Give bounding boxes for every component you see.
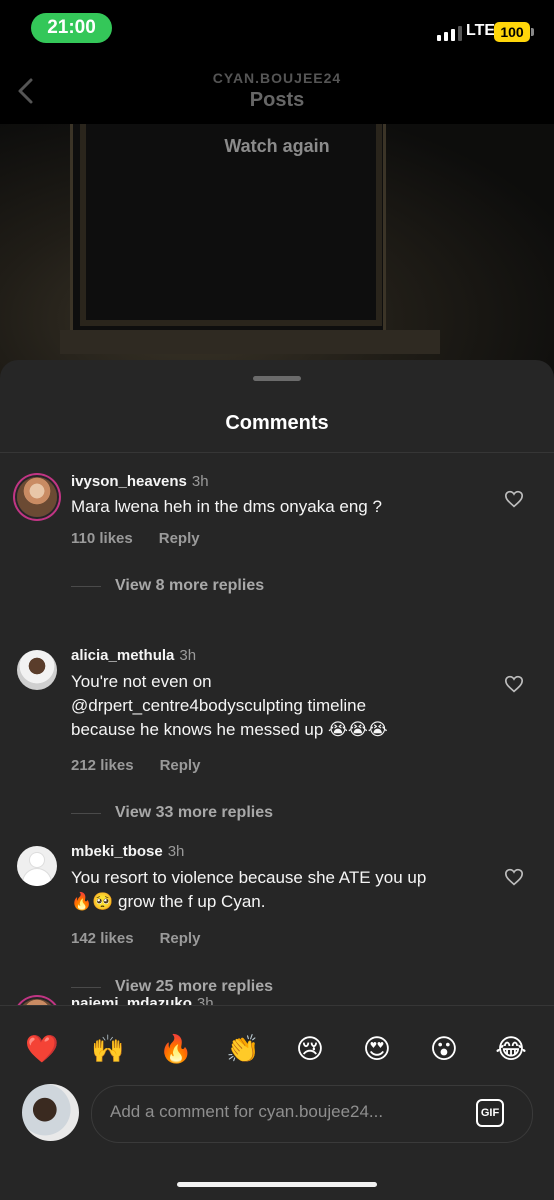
status-bar: 21:00 LTE 100 (0, 0, 554, 60)
comment-input-placeholder: Add a comment for cyan.boujee24... (110, 1102, 384, 1121)
comment-line: 🔥🥺 grow the f up Cyan. (71, 892, 266, 911)
network-label: LTE (466, 22, 496, 39)
likes-count[interactable]: 142 likes (71, 930, 134, 947)
comment-text: You're not even on @drpert_centre4bodysc… (71, 670, 481, 742)
comment-input[interactable]: Add a comment for cyan.boujee24... GIF (91, 1085, 533, 1143)
avatar[interactable] (17, 477, 57, 517)
battery-icon: 100 (494, 22, 530, 42)
replies-line (71, 986, 101, 988)
heart-icon[interactable] (504, 675, 524, 693)
emoji-heart-button[interactable]: ❤️ (22, 1032, 62, 1066)
posts-header: CYAN.BOUJEE24 Posts (0, 60, 554, 125)
status-time: 21:00 (31, 13, 112, 43)
view-more-replies-label: View 33 more replies (115, 804, 274, 821)
page-title: Posts (249, 89, 305, 111)
comments-list[interactable]: ivyson_heavens 3h Mara lwena heh in the d… (0, 453, 554, 1005)
video-ledge-decor (60, 330, 440, 354)
view-more-replies-button[interactable]: View 25 more replies (71, 978, 273, 996)
view-more-replies-button[interactable]: View 8 more replies (71, 577, 264, 595)
view-more-replies-button[interactable]: View 33 more replies (71, 804, 273, 822)
reply-button[interactable]: Reply (160, 930, 201, 947)
comment-time: 3h (191, 473, 209, 490)
comment-text: You resort to violence because she ATE y… (71, 866, 481, 914)
comment-username-row: naiemi_mdazuko 3h (71, 995, 214, 1005)
view-more-replies-label: View 25 more replies (115, 978, 274, 995)
comment-text: Mara lwena heh in the dms onyaka eng ? (71, 495, 481, 519)
emoji-clap-button[interactable]: 👏 (223, 1032, 263, 1066)
comment-meta: 212 likes Reply (71, 757, 200, 774)
emoji-fire-button[interactable]: 🔥 (156, 1032, 196, 1066)
avatar[interactable] (17, 846, 57, 886)
current-user-avatar (22, 1084, 79, 1141)
heart-icon[interactable] (504, 868, 524, 886)
comment-time: 3h (179, 647, 197, 664)
quick-emoji-bar: ❤️ 🙌 🔥 👏 😢 😍 😮 😂 (0, 1032, 554, 1068)
header-username: CYAN.BOUJEE24 (212, 70, 342, 86)
emoji-crying-button[interactable]: 😢 (290, 1032, 330, 1066)
comment-line: You're not even on (71, 672, 212, 691)
sheet-drag-handle[interactable] (253, 376, 301, 381)
likes-count[interactable]: 110 likes (71, 530, 133, 547)
comment-line-mention[interactable]: @drpert_centre4bodysculpting timeline (71, 694, 481, 718)
comment-meta: 110 likes Reply (71, 530, 200, 547)
comment-username-row: alicia_methula 3h (71, 647, 196, 664)
comment-username[interactable]: naiemi_mdazuko (71, 995, 192, 1005)
comment-username[interactable]: ivyson_heavens (71, 473, 187, 490)
reply-button[interactable]: Reply (160, 757, 201, 774)
avatar[interactable] (17, 650, 57, 690)
comment-username-row: mbeki_tbose 3h (71, 843, 184, 860)
comment-username-row: ivyson_heavens 3h (71, 473, 209, 490)
sheet-title: Comments (225, 412, 329, 434)
home-indicator[interactable] (177, 1182, 377, 1187)
replies-line (71, 812, 101, 814)
comment-username[interactable]: mbeki_tbose (71, 843, 163, 860)
emoji-heart-eyes-button[interactable]: 😍 (357, 1032, 397, 1066)
battery-tip (531, 28, 534, 36)
emoji-surprised-button[interactable]: 😮 (424, 1032, 464, 1066)
comment-time: 3h (167, 843, 185, 860)
gif-button[interactable]: GIF (476, 1099, 504, 1127)
replies-line (71, 585, 101, 587)
comment-time: 3h (196, 995, 214, 1005)
comment-line: You resort to violence because she ATE y… (71, 868, 427, 887)
view-more-replies-label: View 8 more replies (115, 577, 265, 594)
divider (0, 1005, 554, 1006)
video-player[interactable] (0, 124, 554, 384)
comment-line: Mara lwena heh in the dms onyaka eng ? (71, 497, 382, 516)
reply-button[interactable]: Reply (159, 530, 200, 547)
emoji-raised-hands-button[interactable]: 🙌 (88, 1032, 128, 1066)
watch-again-button[interactable]: Watch again (0, 136, 554, 157)
comment-username[interactable]: alicia_methula (71, 647, 174, 664)
comment-line: because he knows he messed up 😭😭😭 (71, 720, 388, 739)
comment-meta: 142 likes Reply (71, 930, 200, 947)
signal-icon (437, 26, 462, 41)
likes-count[interactable]: 212 likes (71, 757, 134, 774)
comments-sheet: Comments ivyson_heavens 3h Mara lwena heh… (0, 360, 554, 1200)
heart-icon[interactable] (504, 490, 524, 508)
emoji-laughing-button[interactable]: 😂 (491, 1032, 531, 1066)
